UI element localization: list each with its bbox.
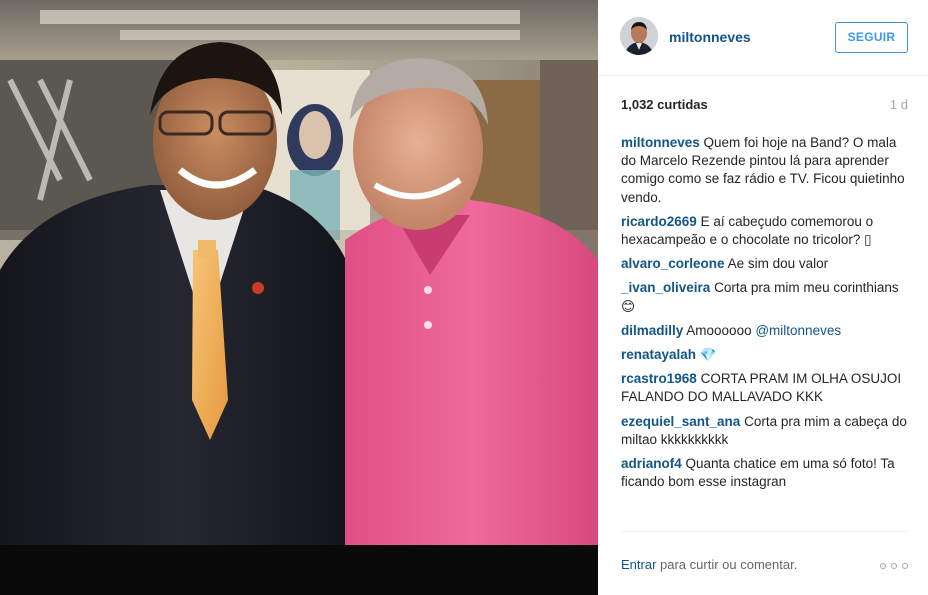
comments-list: miltonneves Quem foi hoje na Band? O mal… (621, 134, 911, 497)
comment-item: ezequiel_sant_ana Corta pra mim a cabeça… (621, 413, 911, 449)
comment-text: 💎 (696, 347, 717, 363)
follow-button[interactable]: SEGUIR (835, 22, 908, 53)
dot (880, 563, 886, 569)
post-footer: Entrar para curtir ou comentar. (621, 557, 908, 577)
comment-item: dilmadilly Amoooooo @miltonneves (621, 322, 911, 340)
comment-text: Ae sim dou valor (724, 256, 829, 272)
comment-item: miltonneves Quem foi hoje na Band? O mal… (621, 134, 911, 207)
dot (891, 563, 897, 569)
post-meta: 1,032 curtidas 1 d (621, 97, 908, 115)
login-prompt: para curtir ou comentar. (656, 557, 798, 572)
login-link[interactable]: Entrar (621, 557, 656, 572)
footer-divider (621, 531, 908, 532)
post-header: miltonneves SEGUIR (598, 0, 928, 76)
post-author-username[interactable]: miltonneves (669, 29, 751, 45)
comment-item: rcastro1968 CORTA PRAM IM OLHA OSUJOI FA… (621, 370, 911, 406)
comment-item: renatayalah 💎 (621, 346, 911, 364)
comment-username[interactable]: renatayalah (621, 347, 696, 362)
post-image (0, 0, 598, 595)
post-timestamp[interactable]: 1 d (890, 97, 908, 112)
comment-item: _ivan_oliveira Corta pra mim meu corinth… (621, 279, 911, 315)
comment-item: adrianof4 Quanta chatice em uma só foto!… (621, 455, 911, 491)
comment-username[interactable]: ezequiel_sant_ana (621, 414, 740, 429)
post-side-panel: miltonneves SEGUIR 1,032 curtidas 1 d mi… (598, 0, 928, 595)
comment-username[interactable]: alvaro_corleone (621, 256, 725, 271)
comment-username[interactable]: adrianof4 (621, 456, 682, 471)
comment-username[interactable]: _ivan_oliveira (621, 280, 710, 295)
comment-username[interactable]: dilmadilly (621, 323, 683, 338)
more-options-icon[interactable] (880, 559, 908, 573)
post-photo[interactable] (0, 0, 598, 595)
likes-count[interactable]: 1,032 curtidas (621, 97, 708, 112)
comment-username[interactable]: miltonneves (621, 135, 700, 150)
comment-username[interactable]: rcastro1968 (621, 371, 697, 386)
comment-mention[interactable]: @miltonneves (755, 323, 841, 338)
profile-avatar[interactable] (620, 17, 658, 55)
dot (902, 563, 908, 569)
avatar-image (620, 17, 658, 55)
comment-item: alvaro_corleone Ae sim dou valor (621, 255, 911, 273)
comment-text: Amoooooo (683, 322, 756, 338)
comment-item: ricardo2669 E aí cabeçudo comemorou o he… (621, 213, 911, 249)
comment-username[interactable]: ricardo2669 (621, 214, 697, 229)
